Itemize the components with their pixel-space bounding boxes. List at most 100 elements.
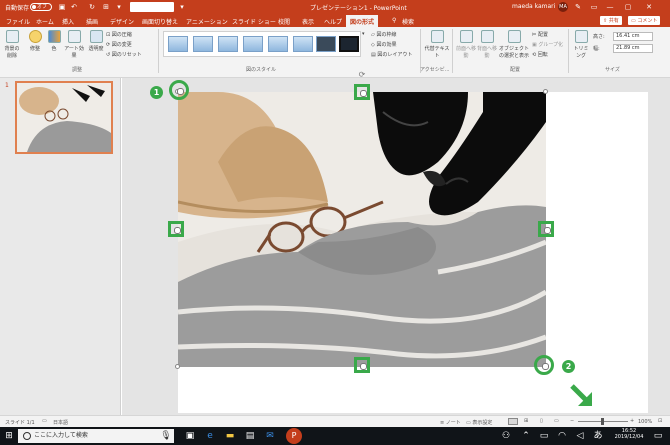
reading-view-icon[interactable]: ▯ <box>540 418 543 424</box>
width-input[interactable]: 21.89 cm <box>613 44 653 53</box>
save-icon[interactable]: ▣ <box>58 3 66 11</box>
tab-insert[interactable]: 挿入 <box>62 17 74 26</box>
people-icon[interactable]: ⚇ <box>500 430 512 442</box>
compress-button[interactable]: ⊡ 図の圧縮 <box>106 31 132 38</box>
picture-layout-button[interactable]: ▤ 図のレイアウト <box>371 51 412 58</box>
ribbon-display-icon[interactable]: ▭ <box>590 3 598 11</box>
remove-background-button[interactable]: 背景の削除 <box>3 30 21 59</box>
zoom-slider-thumb[interactable] <box>601 418 604 425</box>
zoom-out-icon[interactable]: − <box>570 418 574 424</box>
display-settings-button[interactable]: ▭ 表示設定 <box>466 419 492 426</box>
slide-thumbnail[interactable] <box>15 81 113 154</box>
tell-me-search[interactable]: 検索 <box>402 17 414 26</box>
task-view-icon[interactable]: ▣ <box>184 430 196 442</box>
normal-view-icon[interactable] <box>508 418 518 425</box>
spellcheck-icon[interactable]: ▭ <box>42 418 47 424</box>
tab-design[interactable]: デザイン <box>110 17 134 26</box>
selection-pane-button[interactable]: オブジェクトの選択と表示 <box>498 30 530 59</box>
crop-button[interactable]: トリミング <box>572 30 590 59</box>
battery-icon[interactable]: ▭ <box>538 430 550 442</box>
maximize-icon[interactable]: ▢ <box>624 3 632 11</box>
clock[interactable]: 16:52 2019/12/04 <box>612 428 646 440</box>
volume-icon[interactable]: ◁ <box>574 430 586 442</box>
user-name[interactable]: maeda kamari <box>512 3 555 10</box>
tab-transitions[interactable]: 画面切り替え <box>142 17 178 26</box>
artistic-effects-button[interactable]: アート効果 <box>63 30 85 59</box>
store-icon[interactable]: ▤ <box>244 430 256 442</box>
microphone-icon[interactable]: 🎙 <box>160 430 172 442</box>
slideshow-view-icon[interactable]: ▭ <box>554 418 559 424</box>
selected-picture[interactable] <box>178 92 546 367</box>
tab-file[interactable]: ファイル <box>6 17 30 26</box>
pen-icon[interactable]: ✎ <box>574 3 582 11</box>
tab-review[interactable]: 校閲 <box>278 17 290 26</box>
more-icon[interactable]: ▾ <box>178 3 186 11</box>
wifi-icon[interactable]: ◠ <box>556 430 568 442</box>
minimize-icon[interactable]: — <box>606 3 614 11</box>
highlight-circle-bottom-right[interactable] <box>534 355 554 375</box>
customize-icon[interactable]: ▾ <box>115 3 123 11</box>
edge-icon[interactable]: e <box>204 430 216 442</box>
height-input[interactable]: 16.41 cm <box>613 32 653 41</box>
corrections-button[interactable]: 修整 <box>27 30 43 52</box>
send-backward-button[interactable]: 背面へ移動 <box>477 30 497 59</box>
picture-style-4[interactable] <box>243 36 263 52</box>
undo-icon[interactable]: ↶ <box>70 3 78 11</box>
resize-handle-top-right[interactable] <box>543 89 548 94</box>
notes-button[interactable]: ≡ ノート <box>440 419 461 426</box>
bring-forward-button[interactable]: 前面へ移動 <box>456 30 476 59</box>
slide-canvas[interactable]: 1 ⟳ 2 <box>150 71 648 413</box>
search-icon[interactable]: ⚲ <box>392 17 396 24</box>
tab-picture-format[interactable]: 図の形式 <box>346 15 379 27</box>
resize-handle-bottom[interactable] <box>354 357 370 373</box>
group-button[interactable]: ▣ グループ化 <box>532 41 563 48</box>
zoom-in-icon[interactable]: + <box>630 418 634 424</box>
powerpoint-taskbar-icon[interactable]: P <box>286 428 302 444</box>
autosave-toggle[interactable]: オフ <box>30 3 52 11</box>
highlight-circle-top-left[interactable] <box>169 80 189 100</box>
windows-start-icon[interactable]: ⊞ <box>3 430 15 442</box>
redo-icon[interactable]: ↻ <box>88 3 96 11</box>
change-picture-button[interactable]: ⟳ 図の変更 <box>106 41 132 48</box>
share-button[interactable]: ⇪ 共有 <box>600 16 622 25</box>
taskbar-search[interactable]: ここに入力して検索 <box>18 429 174 443</box>
gallery-more-icon[interactable]: ▾ <box>362 31 365 37</box>
mail-icon[interactable]: ✉ <box>264 430 276 442</box>
tab-view[interactable]: 表示 <box>302 17 314 26</box>
slideshow-icon[interactable]: ⊞ <box>102 3 110 11</box>
alt-text-button[interactable]: 代替テキスト <box>424 30 450 59</box>
picture-border-button[interactable]: ▱ 図の枠線 <box>371 31 396 38</box>
notification-icon[interactable]: ▭ <box>652 430 664 442</box>
picture-style-1[interactable] <box>168 36 188 52</box>
comment-button[interactable]: ▭ コメント <box>628 16 661 25</box>
rotate-handle-icon[interactable]: ⟳ <box>358 71 366 79</box>
quick-search-box[interactable] <box>130 2 174 12</box>
slide-sorter-icon[interactable]: ⊞ <box>524 418 528 424</box>
picture-effects-button[interactable]: ◇ 図の効果 <box>371 41 396 48</box>
resize-handle-right[interactable] <box>538 221 554 237</box>
fit-slide-icon[interactable]: ⊡ <box>658 418 662 424</box>
close-icon[interactable]: ✕ <box>645 3 653 11</box>
picture-style-5[interactable] <box>268 36 288 52</box>
transparency-button[interactable]: 透明度 <box>88 30 104 52</box>
resize-handle-top[interactable] <box>354 84 370 100</box>
avatar[interactable]: MA <box>558 2 568 12</box>
tray-expand-icon[interactable]: ⌃ <box>520 430 532 442</box>
reset-picture-button[interactable]: ↺ 図のリセット <box>106 51 142 58</box>
picture-style-7[interactable] <box>316 36 336 52</box>
tab-home[interactable]: ホーム <box>36 17 54 26</box>
resize-handle-bottom-left[interactable] <box>175 364 180 369</box>
color-button[interactable]: 色 <box>47 30 61 52</box>
tab-help[interactable]: ヘルプ <box>324 17 342 26</box>
file-explorer-icon[interactable]: ▬ <box>224 430 236 442</box>
align-button[interactable]: ⊨ 配置 <box>532 31 548 38</box>
tab-draw[interactable]: 描画 <box>86 17 98 26</box>
picture-style-6[interactable] <box>293 36 313 52</box>
resize-handle-left[interactable] <box>168 221 184 237</box>
zoom-level[interactable]: 100% <box>638 419 652 425</box>
picture-style-3[interactable] <box>218 36 238 52</box>
ime-icon[interactable]: あ <box>592 430 604 442</box>
tab-slideshow[interactable]: スライド ショー <box>232 17 276 26</box>
rotate-button[interactable]: ⟲ 回転 <box>532 51 548 58</box>
picture-style-2[interactable] <box>193 36 213 52</box>
